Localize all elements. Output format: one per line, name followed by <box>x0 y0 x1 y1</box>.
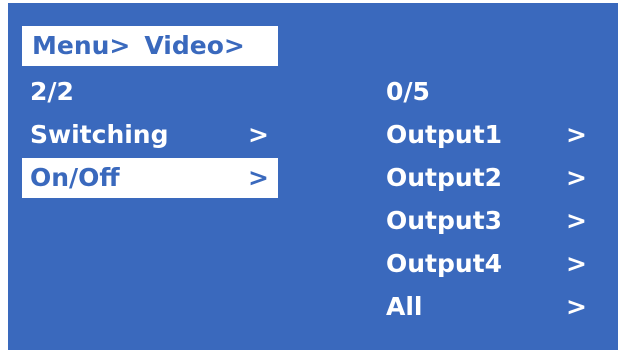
submenu-item-label: Output2 <box>386 163 503 192</box>
page-indicator: 2/2 <box>22 72 278 112</box>
submenu-item-label: Output3 <box>386 206 503 235</box>
chevron-right-icon: > <box>248 163 269 192</box>
submenu-item-output1[interactable]: Output1 > <box>378 115 608 155</box>
chevron-right-icon: > <box>566 249 587 278</box>
chevron-right-icon: > <box>566 206 587 235</box>
chevron-right-icon: > <box>248 120 269 149</box>
submenu-item-output2[interactable]: Output2 > <box>378 158 608 198</box>
submenu-item-output3[interactable]: Output3 > <box>378 201 608 241</box>
submenu-item-all[interactable]: All > <box>378 287 608 327</box>
submenu-item-label: Output1 <box>386 120 503 149</box>
osd-screen: Menu> Video> 2/2 Switching > On/Off > 0/5… <box>8 3 618 350</box>
breadcrumb-menu: Menu> <box>32 31 131 60</box>
menu-item-label: On/Off <box>30 163 120 192</box>
page-indicator-label: 2/2 <box>30 77 74 106</box>
submenu-item-label: All <box>386 292 423 321</box>
chevron-right-icon: > <box>566 120 587 149</box>
submenu-index-indicator: 0/5 <box>378 72 608 112</box>
chevron-right-icon: > <box>566 163 587 192</box>
submenu-item-label: Output4 <box>386 249 503 278</box>
breadcrumb-video: Video> <box>144 31 245 60</box>
chevron-right-icon: > <box>566 292 587 321</box>
submenu-index-label: 0/5 <box>386 77 430 106</box>
menu-item-switching[interactable]: Switching > <box>22 115 278 155</box>
menu-item-on-off[interactable]: On/Off > <box>22 158 278 198</box>
breadcrumb: Menu> Video> <box>22 26 278 66</box>
menu-item-label: Switching <box>30 120 169 149</box>
submenu-item-output4[interactable]: Output4 > <box>378 244 608 284</box>
